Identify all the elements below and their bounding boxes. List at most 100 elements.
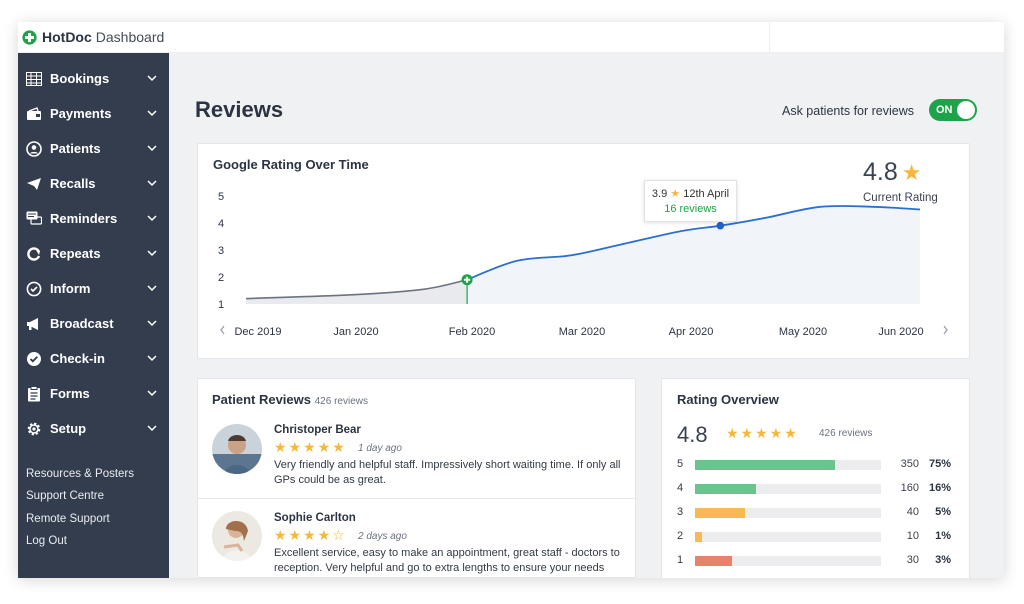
sidebar-item-label: Broadcast (50, 316, 114, 331)
sidebar-item-setup[interactable]: Setup (18, 411, 169, 446)
chat-bubbles-icon (26, 211, 42, 227)
rating-percent: 75% (928, 458, 951, 470)
resources-posters-link[interactable]: Resources & Posters (26, 468, 134, 480)
x-tick-label: Jun 2020 (878, 326, 923, 338)
sidebar-item-label: Reminders (50, 211, 118, 226)
review-text: Excellent service, easy to make an appoi… (274, 547, 620, 574)
x-tick-label: Mar 2020 (559, 326, 605, 338)
rating-bar-fill (695, 508, 746, 518)
paper-plane-icon (26, 176, 42, 192)
toggle-state-label: ON (936, 104, 953, 116)
chevron-down-icon (147, 215, 157, 222)
rating-count: 160 (900, 482, 919, 494)
x-tick-label: Jan 2020 (333, 326, 378, 338)
rating-bar-track (695, 484, 881, 494)
toggle-knob (957, 101, 975, 119)
x-tick-label: Dec 2019 (234, 326, 281, 338)
brand-name: HotDoc (42, 29, 92, 45)
hotdoc-logo-icon (22, 29, 37, 45)
reviewer-name: Christoper Bear (274, 424, 361, 436)
chevron-down-icon (147, 75, 157, 82)
sidebar-item-label: Recalls (50, 176, 96, 191)
sidebar-item-label: Patients (50, 141, 101, 156)
calendar-grid-icon (26, 71, 42, 87)
support-centre-link[interactable]: Support Centre (26, 490, 104, 502)
avatar (212, 511, 262, 561)
sidebar-item-label: Setup (50, 421, 87, 436)
main-content: Reviews Ask patients for reviews ON Goog… (169, 53, 1004, 578)
rating-count: 30 (906, 554, 919, 566)
gear-icon (26, 421, 42, 437)
chevron-down-icon (147, 250, 157, 257)
average-stars: ★★★★★ (726, 425, 799, 441)
chevron-down-icon (147, 425, 157, 432)
tooltip-date: 12th April (683, 188, 730, 200)
rating-bar-row: 3 40 5% (677, 506, 962, 520)
chevron-down-icon (147, 355, 157, 362)
review-stars: ★★★★☆ (274, 527, 347, 543)
remote-support-link[interactable]: Remote Support (26, 513, 110, 525)
sidebar-item-forms[interactable]: Forms (18, 376, 169, 411)
star-level: 2 (677, 530, 684, 542)
sidebar-item-bookings[interactable]: Bookings (18, 61, 169, 96)
chevron-down-icon (147, 110, 157, 117)
sidebar-item-payments[interactable]: Payments (18, 96, 169, 131)
sidebar-item-reminders[interactable]: Reminders (18, 201, 169, 236)
patient-reviews-count: 426 reviews (314, 396, 368, 407)
star-level: 4 (677, 482, 684, 494)
sidebar: Bookings Payments Patients Recalls Remin… (18, 53, 169, 578)
chevron-right-icon (943, 325, 948, 335)
tooltip-reviews: 16 reviews (664, 203, 717, 215)
review-item[interactable]: Christoper Bear ★★★★★ 1 day ago Very fri… (198, 419, 635, 499)
rating-count: 350 (900, 458, 919, 470)
ask-reviews-label: Ask patients for reviews (782, 104, 914, 118)
sidebar-item-repeats[interactable]: Repeats (18, 236, 169, 271)
sidebar-item-label: Check-in (50, 351, 105, 366)
star-level: 3 (677, 506, 684, 518)
brand-section: Dashboard (95, 29, 165, 45)
rating-bar-fill (695, 484, 757, 494)
chevron-left-icon (220, 325, 225, 335)
rating-overview-card: Rating Overview 4.8 ★★★★★ 426 reviews 5 … (661, 378, 970, 578)
top-bar: HotDoc Dashboard (18, 22, 1004, 53)
topbar-divider (769, 22, 770, 53)
ask-reviews-toggle[interactable]: ON (929, 99, 977, 121)
sidebar-item-check-in[interactable]: Check-in (18, 341, 169, 376)
sidebar-item-broadcast[interactable]: Broadcast (18, 306, 169, 341)
y-tick-label: 3 (218, 245, 224, 257)
avatar (212, 424, 262, 474)
divider (198, 498, 635, 499)
inform-icon (26, 281, 42, 297)
rating-bar-track (695, 508, 881, 518)
chevron-down-icon (147, 145, 157, 152)
chevron-down-icon (147, 390, 157, 397)
rating-overview-title: Rating Overview (677, 392, 779, 407)
sidebar-item-patients[interactable]: Patients (18, 131, 169, 166)
rating-percent: 3% (935, 554, 951, 566)
chevron-down-icon (147, 285, 157, 292)
rating-chart-card: Google Rating Over Time 4.8 ★ Current Rat… (197, 143, 970, 359)
sidebar-item-inform[interactable]: Inform (18, 271, 169, 306)
rating-bar-row: 5 350 75% (677, 458, 962, 472)
sidebar-item-recalls[interactable]: Recalls (18, 166, 169, 201)
area-fill-before (246, 279, 468, 304)
review-time: 1 day ago (358, 443, 402, 454)
sidebar-item-label: Repeats (50, 246, 101, 261)
patient-reviews-heading: Patient Reviews (212, 392, 311, 407)
rating-bar-track (695, 532, 881, 542)
rating-line-chart: 1 2 3 4 5 Dec 2019 Jan 2020 Feb 2020 Mar 2020 Apr… (218, 191, 948, 338)
rating-percent: 5% (935, 506, 951, 518)
average-rating: 4.8 (677, 422, 708, 447)
y-tick-label: 1 (218, 299, 224, 311)
chart-tooltip: 3.9 ★ 12th April 16 reviews (644, 180, 737, 222)
rating-bar-row: 2 10 1% (677, 530, 962, 544)
patient-reviews-title: Patient Reviews 426 reviews (212, 392, 368, 407)
wallet-icon (26, 106, 42, 122)
log-out-link[interactable]: Log Out (26, 535, 67, 547)
review-item[interactable]: Sophie Carlton ★★★★☆ 2 days ago Excellen… (198, 507, 635, 577)
chevron-down-icon (147, 180, 157, 187)
sidebar-item-label: Bookings (50, 71, 110, 86)
rating-count: 10 (906, 530, 919, 542)
review-text: Very friendly and helpful staff. Impress… (274, 459, 621, 486)
y-tick-label: 4 (218, 218, 224, 230)
